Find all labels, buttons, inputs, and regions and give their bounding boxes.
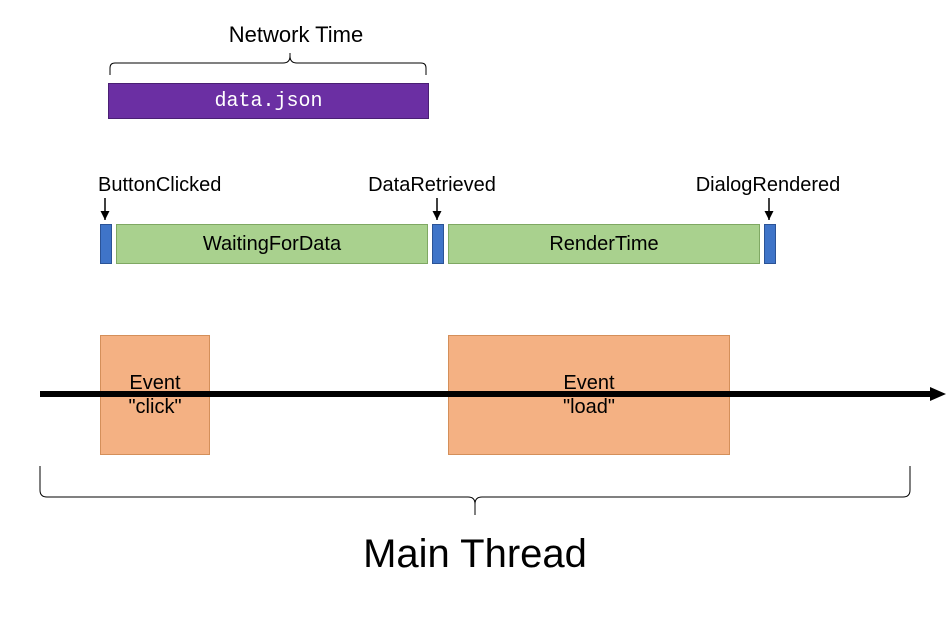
measure-render-time-label: RenderTime	[549, 233, 658, 256]
network-request-bar: data.json	[108, 83, 429, 119]
brace-network-time	[110, 53, 426, 75]
marker-button-clicked	[100, 224, 112, 264]
brace-main-thread	[40, 466, 910, 515]
marker-arrows	[105, 198, 769, 220]
marker-data-retrieved	[432, 224, 444, 264]
network-time-label: Network Time	[229, 22, 363, 48]
marker-label-dialog-rendered: DialogRendered	[696, 174, 841, 197]
measure-render-time: RenderTime	[448, 224, 760, 264]
marker-label-data-retrieved: DataRetrieved	[368, 174, 496, 197]
network-request-filename: data.json	[214, 90, 322, 113]
measure-waiting-for-data-label: WaitingForData	[203, 233, 341, 256]
event-click-line1: Event	[128, 371, 181, 395]
event-load-line1: Event	[563, 371, 615, 395]
measure-waiting-for-data: WaitingForData	[116, 224, 428, 264]
main-thread-label: Main Thread	[363, 532, 587, 577]
event-click-box: Event "click"	[100, 335, 210, 455]
event-load-box: Event "load"	[448, 335, 730, 455]
marker-label-button-clicked: ButtonClicked	[98, 174, 221, 197]
marker-dialog-rendered	[764, 224, 776, 264]
diagram-stage: Network Time data.json ButtonClicked Dat…	[0, 0, 950, 624]
event-load-line2: "load"	[563, 395, 615, 419]
event-click-line2: "click"	[128, 395, 181, 419]
